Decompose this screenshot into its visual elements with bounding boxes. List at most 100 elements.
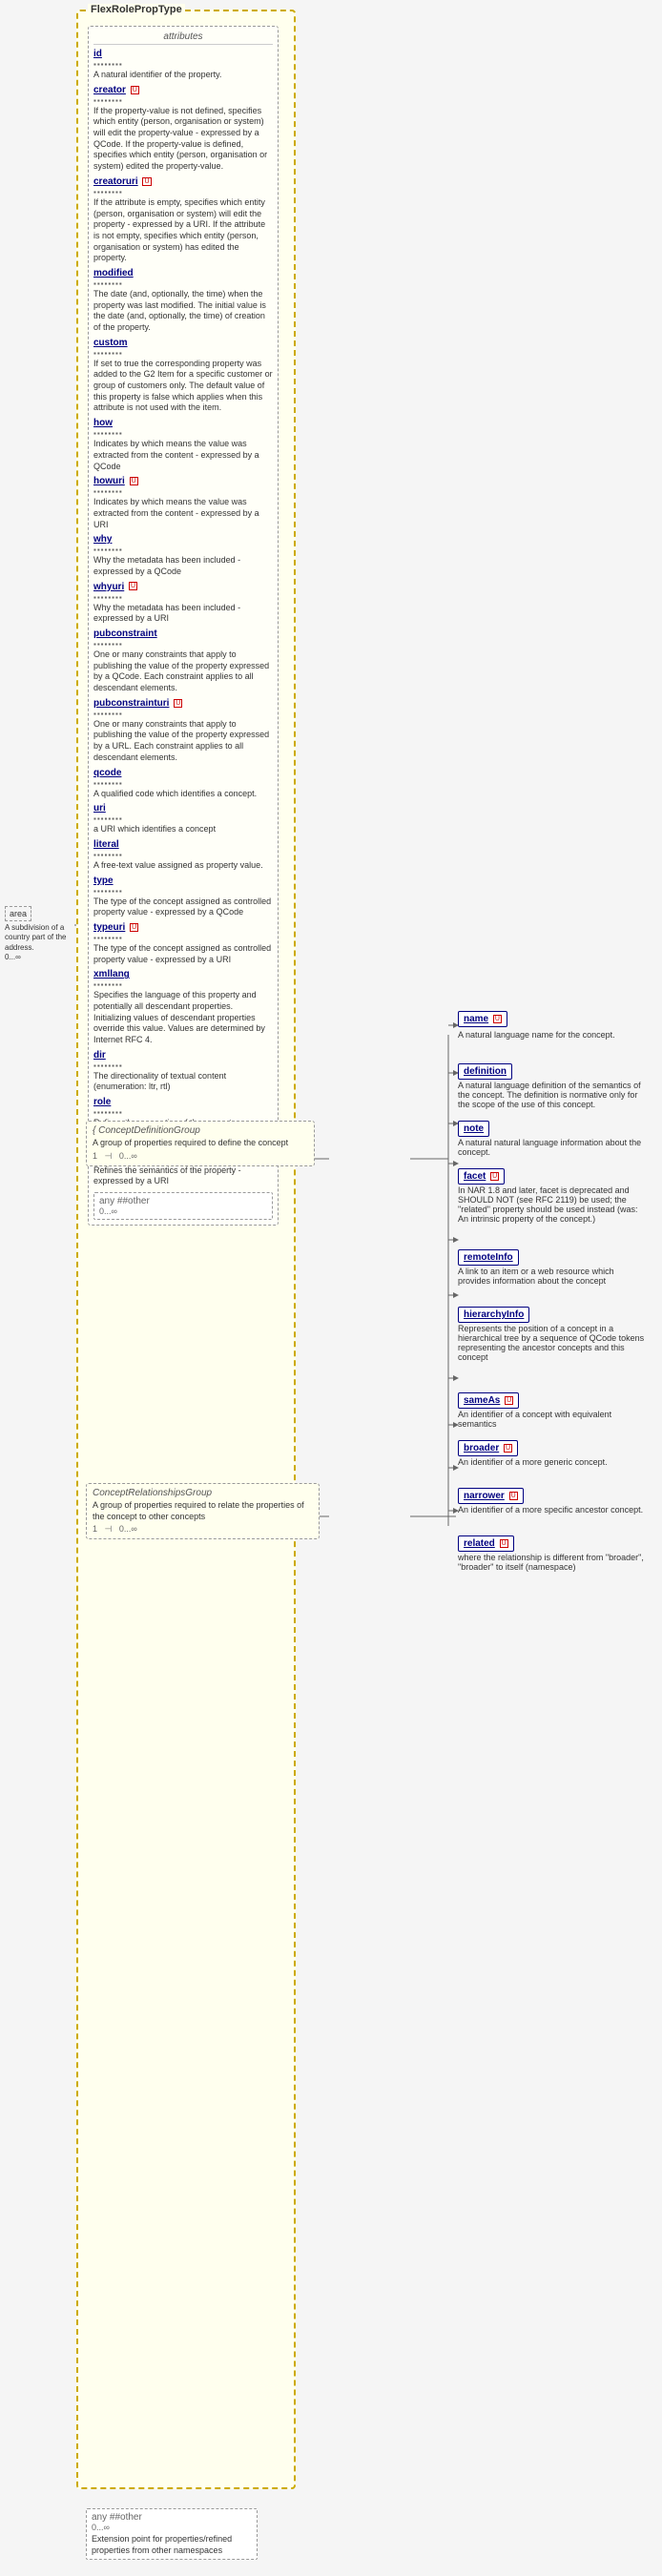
uri-icon-2: U [142,177,151,186]
attr-id: id ▪▪▪▪▪▪▪▪ A natural identifier of the … [93,49,273,81]
concept-definition-group-box: { ConceptDefinitionGroup A group of prop… [86,1121,315,1166]
area-desc: A subdivision of a country part of the a… [5,923,72,953]
remoteinfo-box: remoteInfo [458,1249,519,1266]
concept-relationships-group-box: ConceptRelationshipsGroup A group of pro… [86,1483,320,1539]
concept-definition-group-title: { ConceptDefinitionGroup [93,1125,308,1136]
facet-box: facet U [458,1168,505,1185]
attr-type-name: type [93,876,114,886]
attr-pubconstrainturi-name: pubconstrainturi [93,698,169,709]
attr-modified-desc: The date (and, optionally, the time) whe… [93,289,266,332]
area-box: area [5,906,31,921]
attr-howuri-desc: Indicates by which means the value was e… [93,497,259,528]
definition-label: definition [464,1066,507,1077]
attr-qcode-name: qcode [93,768,121,778]
attr-literal-desc: A free-text value assigned as property v… [93,860,263,870]
concept-definition-group-brace: { [93,1125,95,1136]
attr-creator-desc: If the property-value is not defined, sp… [93,106,267,171]
broader-desc: An identifier of a more generic concept. [458,1457,608,1467]
bottom-any-other-label: any ##other [92,2512,142,2523]
attr-howuri-name: howuri [93,476,125,486]
attr-modified-name: modified [93,268,134,278]
note-box: note [458,1121,489,1137]
attr-whyuri-desc: Why the metadata has been included - exp… [93,603,240,624]
concept-definition-group-label: ConceptDefinitionGroup [98,1125,200,1136]
attr-xmllang-name: xmllang [93,969,130,979]
attr-whyuri: whyuri U ▪▪▪▪▪▪▪▪ Why the metadata has b… [93,582,273,625]
main-box-title: FlexRolePropType [88,4,185,15]
attributes-box: attributes id ▪▪▪▪▪▪▪▪ A natural identif… [88,26,279,1226]
related-label: related [464,1538,495,1549]
attributes-box-title: attributes [93,31,273,45]
uri-icon-3: U [130,477,138,485]
attr-creatoruri-desc: If the attribute is empty, specifies whi… [93,197,265,262]
attr-typeuri-name: typeuri [93,922,125,933]
narrower-box: narrower U [458,1488,524,1504]
attr-pubconstraint-name: pubconstraint [93,629,157,639]
attr-pubconstrainturi: pubconstrainturi U ▪▪▪▪▪▪▪▪ One or many … [93,698,273,764]
bottom-any-other-desc: Extension point for properties/refined p… [92,2534,252,2556]
attr-howuri: howuri U ▪▪▪▪▪▪▪▪ Indicates by which mea… [93,476,273,530]
attr-id-desc: A natural identifier of the property. [93,70,221,79]
attr-creator-dots: ▪▪▪▪▪▪▪▪ [93,96,273,105]
attr-dir-desc: The directionality of textual content (e… [93,1071,226,1092]
attr-id-dots: ▪▪▪▪▪▪▪▪ [93,60,273,69]
name-desc: A natural language name for the concept. [458,1030,615,1040]
concept-relationships-group-desc: A group of properties required to relate… [93,1500,313,1522]
related-uri-icon: U [500,1539,508,1548]
attr-typeuri-desc: The type of the concept assigned as cont… [93,943,271,964]
attr-uri: uri ▪▪▪▪▪▪▪▪ a URI which identifies a co… [93,803,273,835]
attr-how-desc: Indicates by which means the value was e… [93,439,259,470]
attr-dir-dots: ▪▪▪▪▪▪▪▪ [93,1061,273,1070]
attr-modified-dots: ▪▪▪▪▪▪▪▪ [93,279,273,288]
facet-desc: In NAR 1.8 and later, facet is deprecate… [458,1185,649,1224]
attr-creatoruri: creatoruri U ▪▪▪▪▪▪▪▪ If the attribute i… [93,176,273,264]
attr-roleuri-desc: Refines the semantics of the property - … [93,1165,241,1186]
attr-xmllang-desc: Specifies the language of this property … [93,990,265,1044]
attr-role-name: role [93,1097,111,1107]
attr-pubconstraint: pubconstraint ▪▪▪▪▪▪▪▪ One or many const… [93,629,273,694]
name-label: name [464,1014,488,1024]
uri-icon: U [131,86,139,94]
attr-literal-name: literal [93,839,119,850]
definition-box: definition [458,1063,512,1080]
concept-definition-group-desc: A group of properties required to define… [93,1138,308,1149]
area-label-container: area A subdivision of a country part of … [5,906,72,961]
narrower-desc: An identifier of a more specific ancesto… [458,1505,643,1515]
uri-icon-5: U [174,699,182,708]
attr-modified: modified ▪▪▪▪▪▪▪▪ The date (and, optiona… [93,268,273,334]
attr-qcode: qcode ▪▪▪▪▪▪▪▪ A qualified code which id… [93,768,273,800]
hierarchyinfo-desc: Represents the position of a concept in … [458,1324,649,1362]
attr-whyuri-name: whyuri [93,582,124,592]
attr-xmllang-dots: ▪▪▪▪▪▪▪▪ [93,980,273,989]
attr-custom-name: custom [93,338,128,348]
hierarchyinfo-label: hierarchyInfo [464,1309,524,1320]
attr-why-desc: Why the metadata has been included - exp… [93,555,240,576]
main-type-box: FlexRolePropType attributes id ▪▪▪▪▪▪▪▪ … [76,10,296,2489]
note-label: note [464,1123,484,1134]
note-desc: A natural natural language information a… [458,1138,649,1157]
attr-custom: custom ▪▪▪▪▪▪▪▪ If set to true the corre… [93,338,273,414]
name-box: name U [458,1011,507,1027]
attr-type-desc: The type of the concept assigned as cont… [93,896,271,917]
attr-role-dots: ▪▪▪▪▪▪▪▪ [93,1108,273,1117]
attr-uri-dots: ▪▪▪▪▪▪▪▪ [93,814,273,823]
any-other-label: any ##other [99,1196,150,1206]
hierarchyinfo-box: hierarchyInfo [458,1307,529,1323]
attr-custom-dots: ▪▪▪▪▪▪▪▪ [93,349,273,358]
sameas-uri-icon: U [505,1396,513,1405]
name-uri-icon: U [493,1015,502,1023]
attr-why: why ▪▪▪▪▪▪▪▪ Why the metadata has been i… [93,534,273,577]
attr-id-name: id [93,49,102,59]
attr-type-dots: ▪▪▪▪▪▪▪▪ [93,887,273,896]
attr-custom-desc: If set to true the corresponding propert… [93,359,273,413]
uri-icon-6: U [130,923,138,932]
definition-desc: A natural language definition of the sem… [458,1081,649,1109]
attr-pubconstrainturi-dots: ▪▪▪▪▪▪▪▪ [93,710,273,718]
concept-relationships-group-mult: 1 ⊣ 0...∞ [93,1524,313,1535]
attr-creator: creator U ▪▪▪▪▪▪▪▪ If the property-value… [93,85,273,173]
attr-type: type ▪▪▪▪▪▪▪▪ The type of the concept as… [93,876,273,918]
facet-label: facet [464,1171,486,1182]
attr-xmllang: xmllang ▪▪▪▪▪▪▪▪ Specifies the language … [93,969,273,1045]
bottom-any-other-box: any ##other 0...∞ Extension point for pr… [86,2508,258,2560]
sameas-box: sameAs U [458,1392,519,1409]
